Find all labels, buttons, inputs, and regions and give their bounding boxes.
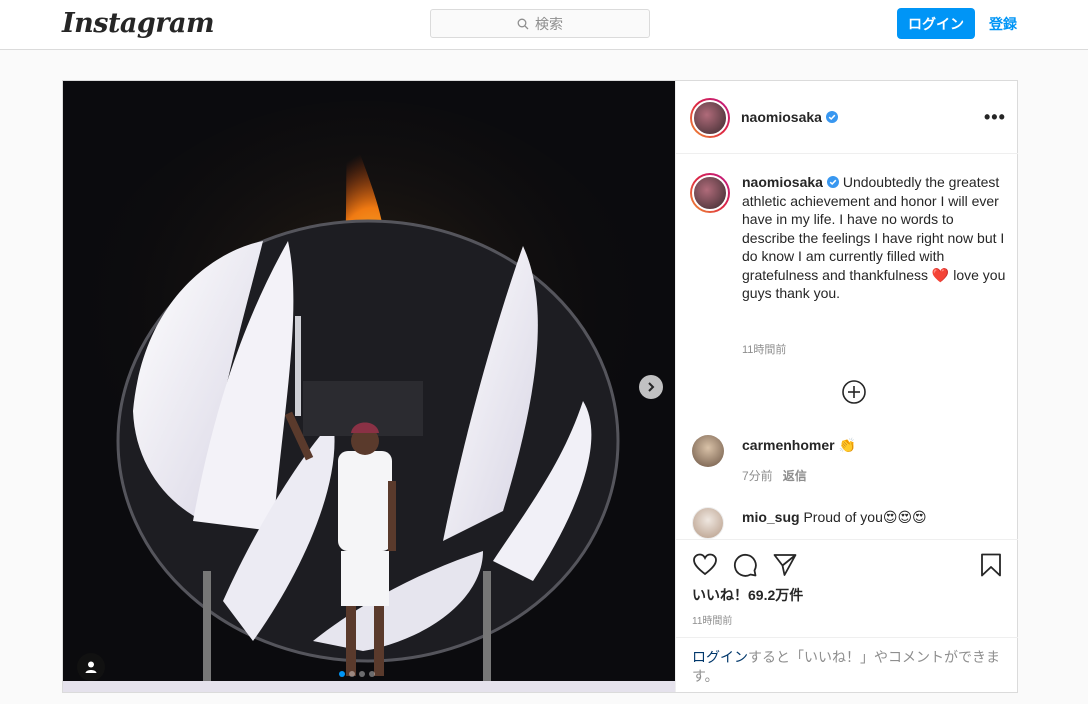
post-card: naomiosaka ••• naomiosaka Undoubtedly th… bbox=[62, 80, 1018, 693]
torch-photo-illustration bbox=[63, 81, 675, 692]
comment-time: 7分前 bbox=[742, 469, 773, 483]
post-photo[interactable] bbox=[63, 81, 675, 692]
instagram-logo[interactable]: Instagram bbox=[62, 8, 215, 39]
carousel-indicator bbox=[339, 671, 375, 677]
chevron-right-icon bbox=[648, 382, 655, 392]
carousel-dot bbox=[359, 671, 365, 677]
comment-text: mio_sug Proud of you😍😍😍 bbox=[742, 509, 927, 526]
caption-username[interactable]: naomiosaka bbox=[742, 174, 823, 190]
more-options-icon[interactable]: ••• bbox=[984, 107, 1006, 128]
bookmark-icon[interactable] bbox=[978, 552, 1004, 578]
caption-text: naomiosaka Undoubtedly the greatest athl… bbox=[742, 173, 1008, 303]
like-count[interactable]: いいね！69.2万件 bbox=[692, 585, 803, 605]
share-icon[interactable] bbox=[772, 552, 798, 578]
reply-button[interactable]: 返信 bbox=[783, 469, 807, 483]
user-icon bbox=[85, 661, 97, 673]
post-actions: いいね！69.2万件 11時間前 bbox=[676, 539, 1018, 637]
commenter-avatar[interactable] bbox=[692, 435, 724, 467]
comment-text: carmenhomer 👏 bbox=[742, 437, 856, 454]
verified-badge-icon bbox=[826, 176, 839, 188]
heart-emoji: ❤️ bbox=[931, 266, 950, 283]
next-photo-button[interactable] bbox=[639, 375, 663, 399]
post-header: naomiosaka ••• bbox=[676, 81, 1018, 154]
post-sidebar: naomiosaka ••• naomiosaka Undoubtedly th… bbox=[675, 81, 1018, 692]
author-username[interactable]: naomiosaka bbox=[741, 109, 838, 125]
commenter-username[interactable]: mio_sug bbox=[742, 509, 800, 525]
login-prompt: ログインすると「いいね！」やコメントができます。 bbox=[676, 637, 1018, 692]
top-navigation-bar: Instagram 検索 ログイン 登録 bbox=[0, 0, 1088, 50]
verified-badge-icon bbox=[825, 111, 838, 123]
login-link[interactable]: ログイン bbox=[692, 649, 748, 665]
author-avatar[interactable] bbox=[690, 98, 730, 138]
search-input[interactable]: 検索 bbox=[430, 9, 650, 38]
caption-avatar[interactable] bbox=[690, 173, 730, 213]
caption-time: 11時間前 bbox=[742, 344, 787, 356]
commenter-avatar[interactable] bbox=[692, 507, 724, 539]
comment-meta: 7分前 返信 bbox=[742, 467, 807, 484]
search-placeholder: 検索 bbox=[535, 15, 563, 32]
post-timestamp[interactable]: 11時間前 bbox=[692, 612, 732, 627]
heart-icon[interactable] bbox=[692, 552, 718, 578]
comment-icon[interactable] bbox=[732, 552, 758, 578]
comment-content: Proud of you😍😍😍 bbox=[803, 509, 927, 525]
carousel-dot bbox=[339, 671, 345, 677]
carousel-dot bbox=[369, 671, 375, 677]
search-icon bbox=[517, 18, 529, 29]
commenter-username[interactable]: carmenhomer bbox=[742, 437, 835, 453]
comment-content: 👏 bbox=[838, 437, 856, 453]
carousel-dot bbox=[349, 671, 355, 677]
signup-link[interactable]: 登録 bbox=[989, 14, 1017, 34]
tagged-users-button[interactable] bbox=[77, 653, 105, 681]
login-button[interactable]: ログイン bbox=[897, 8, 975, 39]
load-more-comments-icon[interactable] bbox=[841, 379, 867, 405]
